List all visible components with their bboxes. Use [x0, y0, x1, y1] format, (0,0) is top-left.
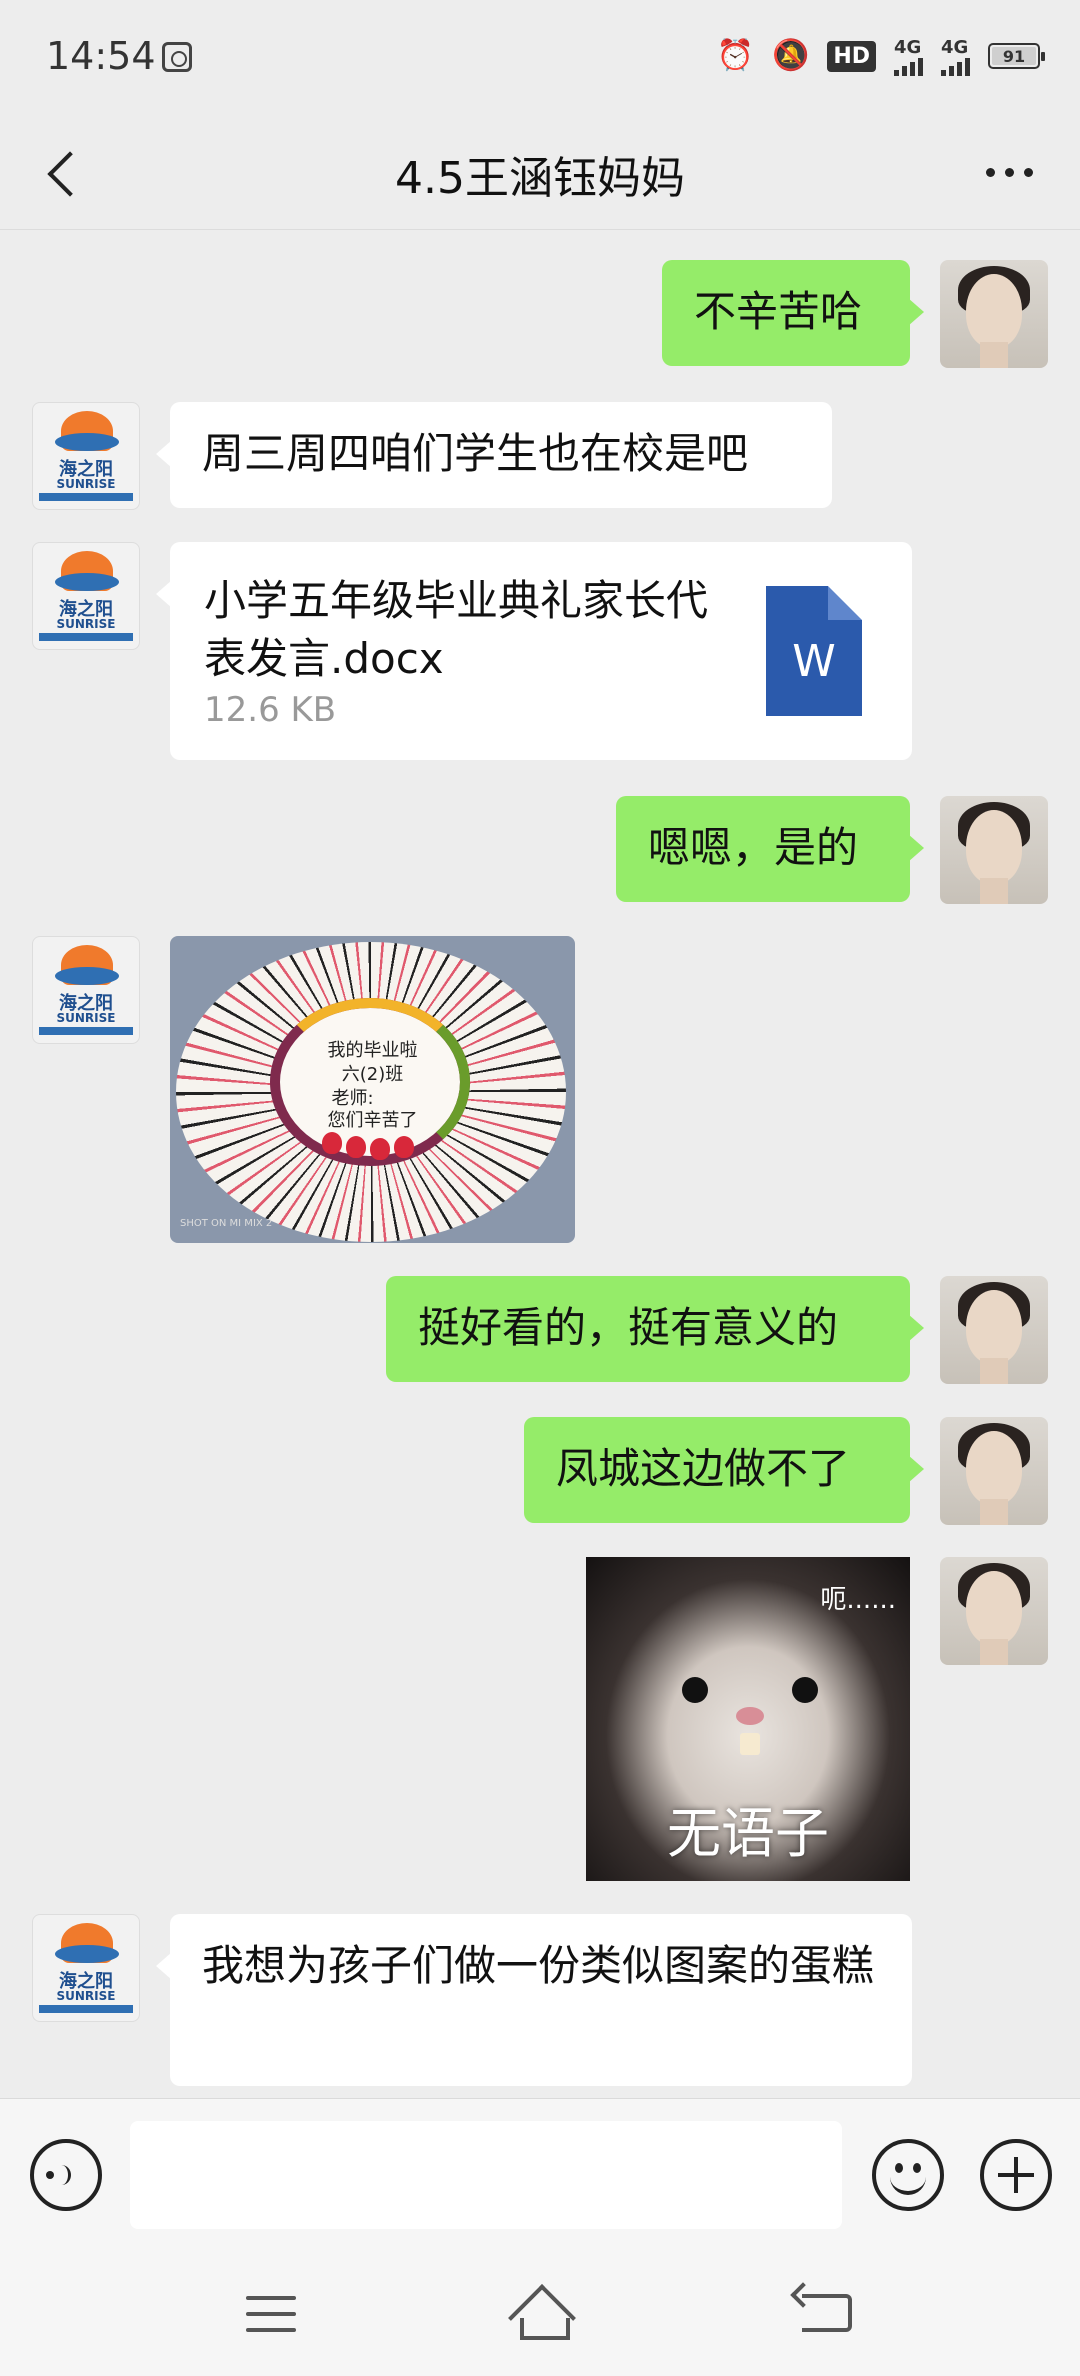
battery-level: 91 — [1002, 46, 1026, 66]
plus-icon[interactable] — [980, 2139, 1052, 2211]
contact-avatar[interactable]: 海之阳 SUNRISE — [32, 402, 140, 510]
message-bubble-sent[interactable]: 嗯嗯，是的 — [616, 796, 924, 902]
my-avatar[interactable] — [940, 1417, 1048, 1525]
chat-input-bar — [0, 2098, 1080, 2248]
battery-icon: 91 — [988, 43, 1045, 69]
cake-photo-message[interactable]: 我的毕业啦 六(2)班 老师: 您们辛苦了 SHOT ON MI MIX 2 — [170, 936, 575, 1243]
system-back-icon[interactable] — [778, 2278, 868, 2348]
message-bubble-received[interactable]: 周三周四咱们学生也在校是吧 — [156, 402, 832, 508]
message-bubble-received[interactable]: 我想为孩子们做一份类似图案的蛋糕 — [156, 1914, 912, 2086]
network-type-2: 4G — [941, 36, 969, 58]
chat-title: 4.5王涵钰妈妈 — [395, 153, 685, 204]
signal-icon-1: 4G — [894, 37, 923, 76]
contact-avatar[interactable]: 海之阳 SUNRISE — [32, 1914, 140, 2022]
sticker-eye — [792, 1677, 818, 1703]
sticker-teeth — [740, 1733, 760, 1755]
strawberry-decoration — [394, 1136, 414, 1158]
cake-text-line: 六(2)班 — [341, 1064, 404, 1085]
photo-watermark: SHOT ON MI MIX 2 — [180, 1218, 273, 1229]
contact-avatar[interactable]: 海之阳 SUNRISE — [32, 542, 140, 650]
avatar-logo-sub: SUNRISE — [56, 477, 116, 491]
strawberry-decoration — [346, 1136, 366, 1158]
message-bubble-sent[interactable]: 凤城这边做不了 — [524, 1417, 924, 1523]
recent-apps-icon[interactable] — [226, 2278, 316, 2348]
word-document-icon: W — [766, 586, 862, 716]
sticker-eye — [682, 1677, 708, 1703]
status-icons: ⏰ 🔕 HD 4G 4G 91 — [716, 34, 1045, 78]
contact-avatar[interactable]: 海之阳 SUNRISE — [32, 936, 140, 1044]
chat-screen: 14:54 ⏰ 🔕 HD 4G 4G 91 4.5王涵钰妈妈 不辛苦哈 海之阳 … — [0, 0, 1080, 2376]
sticker-caption: 无语子 — [667, 1802, 829, 1865]
more-options-button[interactable] — [974, 152, 1044, 192]
message-input[interactable] — [130, 2121, 842, 2229]
cake-text-line: 您们辛苦了 — [327, 1110, 418, 1131]
my-avatar[interactable] — [940, 1276, 1048, 1384]
avatar-logo-sub: SUNRISE — [56, 617, 116, 631]
home-icon[interactable] — [496, 2278, 586, 2348]
my-avatar[interactable] — [940, 1557, 1048, 1665]
my-avatar[interactable] — [940, 796, 1048, 904]
doc-icon-letter: W — [792, 636, 836, 687]
avatar-logo-sub: SUNRISE — [56, 1011, 116, 1025]
network-type-1: 4G — [894, 36, 922, 58]
sticker-nose — [736, 1707, 764, 1725]
alarm-icon: ⏰ — [716, 38, 754, 73]
message-bubble-sent[interactable]: 不辛苦哈 — [662, 260, 924, 366]
status-bar: 14:54 ⏰ 🔕 HD 4G 4G 91 — [0, 0, 1080, 112]
strawberry-decoration — [370, 1138, 390, 1160]
message-bubble-sent[interactable]: 挺好看的，挺有意义的 — [386, 1276, 924, 1382]
sticker-top-text: 呃...... — [820, 1585, 896, 1615]
my-avatar[interactable] — [940, 260, 1048, 368]
emoji-icon[interactable] — [872, 2139, 944, 2211]
system-nav-bar — [0, 2248, 1080, 2376]
app-notification-icon — [162, 42, 192, 72]
file-size: 12.6 KB — [204, 690, 337, 730]
file-message-card[interactable]: 小学五年级毕业典礼家长代表发言.docx 12.6 KB W — [156, 542, 912, 760]
signal-icon-2: 4G — [941, 37, 970, 76]
strawberry-decoration — [322, 1132, 342, 1154]
voice-icon[interactable] — [30, 2139, 102, 2211]
chat-header: 4.5王涵钰妈妈 — [0, 112, 1080, 230]
file-name: 小学五年级毕业典礼家长代表发言.docx — [204, 576, 709, 683]
status-time: 14:54 — [46, 34, 156, 78]
hd-voice-icon: HD — [827, 40, 876, 72]
avatar-logo-sub: SUNRISE — [56, 1989, 116, 2003]
cake-text-line: 我的毕业啦 — [327, 1040, 418, 1061]
hamster-sticker-message[interactable]: 呃...... 无语子 — [586, 1557, 910, 1881]
mute-icon: 🔕 — [771, 38, 810, 73]
